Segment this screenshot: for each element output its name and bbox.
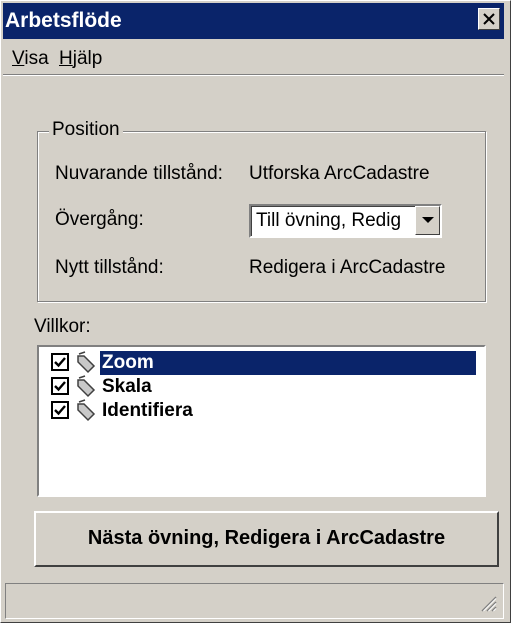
menu-hjalp-label: jälp bbox=[72, 48, 103, 69]
transition-dropdown-button[interactable] bbox=[415, 206, 440, 235]
next-exercise-button[interactable]: Nästa övning, Redigera i ArcCadastre bbox=[34, 511, 499, 567]
condition-checkbox[interactable] bbox=[51, 401, 69, 419]
condition-label: Zoom bbox=[100, 351, 476, 375]
current-state-value: Utforska ArcCadastre bbox=[249, 163, 430, 184]
menu-hjalp-mnemonic: H bbox=[59, 48, 73, 69]
condition-label: Identifiera bbox=[102, 400, 193, 421]
new-state-value: Redigera i ArcCadastre bbox=[249, 257, 446, 278]
transition-select[interactable]: Till övning, Redig bbox=[249, 204, 442, 238]
condition-checkbox[interactable] bbox=[51, 377, 69, 395]
title-bar[interactable]: Arbetsflöde bbox=[3, 3, 504, 39]
list-item[interactable]: Skala bbox=[45, 375, 482, 399]
menu-visa-label: isa bbox=[24, 48, 49, 69]
close-button[interactable] bbox=[478, 8, 500, 30]
menu-visa[interactable]: Visa bbox=[12, 48, 49, 70]
resize-grip-icon[interactable] bbox=[479, 594, 497, 612]
check-icon bbox=[54, 405, 66, 416]
check-icon bbox=[54, 381, 66, 392]
workflow-window: Arbetsflöde Visa Hjälp Position Nuvarand… bbox=[0, 0, 511, 623]
menu-bar: Visa Hjälp bbox=[3, 40, 504, 75]
transition-label: Övergång: bbox=[55, 209, 144, 230]
conditions-label: Villkor: bbox=[34, 316, 91, 337]
list-item[interactable]: Identifiera bbox=[45, 399, 482, 423]
position-group-legend: Position bbox=[49, 119, 123, 141]
tag-icon bbox=[77, 351, 96, 374]
condition-label: Skala bbox=[102, 376, 152, 397]
chevron-down-icon bbox=[422, 217, 434, 223]
window-title: Arbetsflöde bbox=[5, 9, 122, 32]
list-item[interactable]: Zoom bbox=[45, 351, 482, 375]
new-state-label: Nytt tillstånd: bbox=[55, 257, 164, 278]
tag-icon bbox=[77, 399, 96, 422]
tag-icon bbox=[77, 375, 96, 398]
transition-select-value: Till övning, Redig bbox=[256, 210, 402, 231]
menu-divider bbox=[3, 75, 504, 76]
check-icon bbox=[54, 357, 66, 368]
current-state-label: Nuvarande tillstånd: bbox=[55, 163, 223, 184]
conditions-list[interactable]: Zoom Skala Identifiera bbox=[37, 345, 486, 497]
status-bar bbox=[5, 583, 504, 619]
menu-visa-mnemonic: V bbox=[12, 48, 25, 69]
close-icon bbox=[483, 13, 495, 25]
menu-hjalp[interactable]: Hjälp bbox=[59, 48, 102, 70]
condition-checkbox[interactable] bbox=[51, 353, 69, 371]
